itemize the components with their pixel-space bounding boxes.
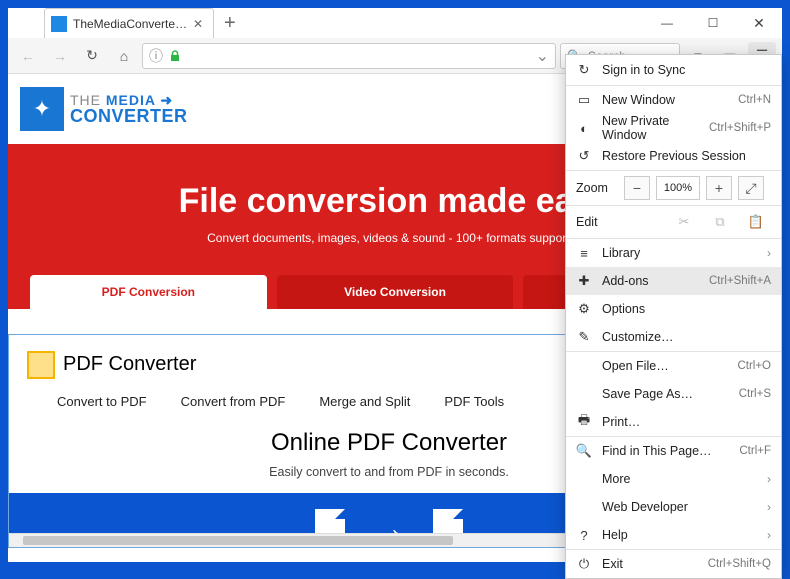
menu-edit-row: Edit ✂ ⧉ 📋 <box>566 206 781 238</box>
paste-icon[interactable]: 📋 <box>741 210 771 234</box>
scrollbar-thumb[interactable] <box>23 536 453 545</box>
paint-icon: ✎ <box>576 329 592 345</box>
zoom-out-button[interactable]: − <box>624 176 650 200</box>
zoom-percent[interactable]: 100% <box>656 176 700 200</box>
tab-title: TheMediaConverter - Media fil <box>73 17 189 31</box>
nav-pdf-tools[interactable]: PDF Tools <box>444 394 504 409</box>
menu-new-private-window[interactable]: ◐ New Private Window Ctrl+Shift+P <box>566 114 781 142</box>
menu-exit[interactable]: ⏻ Exit Ctrl+Shift+Q <box>566 550 781 578</box>
forward-button[interactable]: → <box>46 42 74 70</box>
tab-close-button[interactable]: ✕ <box>189 17 207 31</box>
menu-sign-in-sync[interactable]: ↻ Sign in to Sync <box>566 55 781 85</box>
reload-button[interactable]: ↻ <box>78 42 106 70</box>
sync-icon: ↻ <box>576 62 592 78</box>
lock-icon <box>169 50 181 62</box>
menu-new-window[interactable]: ▭ New Window Ctrl+N <box>566 86 781 114</box>
titlebar: TheMediaConverter - Media fil ✕ + — ☐ ✕ <box>8 8 782 38</box>
help-icon: ? <box>576 527 592 543</box>
fullscreen-button[interactable]: ⤢ <box>738 176 764 200</box>
zoom-label: Zoom <box>576 181 618 195</box>
nav-merge-split[interactable]: Merge and Split <box>319 394 410 409</box>
search-icon: 🔍 <box>576 443 592 459</box>
menu-find[interactable]: 🔍 Find in This Page… Ctrl+F <box>566 437 781 465</box>
menu-library[interactable]: ≡ Library › <box>566 239 781 267</box>
library-icon: ≡ <box>576 245 592 261</box>
mask-icon: ◐ <box>576 120 592 136</box>
menu-more[interactable]: More › <box>566 465 781 493</box>
menu-save-page[interactable]: Save Page As… Ctrl+S <box>566 380 781 408</box>
chevron-right-icon: › <box>767 246 771 260</box>
browser-tab[interactable]: TheMediaConverter - Media fil ✕ <box>44 8 214 38</box>
window-controls: — ☐ ✕ <box>644 8 782 38</box>
menu-addons[interactable]: ✚ Add-ons Ctrl+Shift+A <box>566 267 781 295</box>
menu-print[interactable]: 🖶 Print… <box>566 408 781 436</box>
menu-customize[interactable]: ✎ Customize… <box>566 323 781 351</box>
close-button[interactable]: ✕ <box>736 8 782 38</box>
chevron-right-icon: › <box>767 500 771 514</box>
window-icon: ▭ <box>576 92 592 108</box>
menu-web-developer[interactable]: Web Developer › <box>566 493 781 521</box>
gear-icon: ⚙ <box>576 301 592 317</box>
cut-icon[interactable]: ✂ <box>669 210 699 234</box>
info-icon[interactable]: ⓘ <box>149 49 163 63</box>
nav-convert-from-pdf[interactable]: Convert from PDF <box>181 394 286 409</box>
menu-help[interactable]: ? Help › <box>566 521 781 549</box>
back-button[interactable]: ← <box>14 42 42 70</box>
site-logo[interactable]: ✦ THE MEDIA ➜ CONVERTER <box>20 87 188 131</box>
logo-icon: ✦ <box>20 87 64 131</box>
menu-open-file[interactable]: Open File… Ctrl+O <box>566 352 781 380</box>
tab-pdf-conversion[interactable]: PDF Conversion <box>30 275 267 309</box>
home-button[interactable]: ⌂ <box>110 42 138 70</box>
tab-video-conversion[interactable]: Video Conversion <box>277 275 514 309</box>
chevron-right-icon: › <box>767 472 771 486</box>
menu-restore-session[interactable]: ↺ Restore Previous Session <box>566 142 781 170</box>
pocket-icon[interactable]: ⌄ <box>536 46 549 66</box>
nav-convert-to-pdf[interactable]: Convert to PDF <box>57 394 147 409</box>
logo-text: THE MEDIA ➜ CONVERTER <box>70 93 188 125</box>
app-menu: ↻ Sign in to Sync ▭ New Window Ctrl+N ◐ … <box>565 54 782 579</box>
zoom-in-button[interactable]: + <box>706 176 732 200</box>
pdf-brand: PDF Converter <box>63 353 619 376</box>
addons-icon: ✚ <box>576 273 592 289</box>
edit-label: Edit <box>576 215 618 229</box>
copy-icon[interactable]: ⧉ <box>705 210 735 234</box>
menu-options[interactable]: ⚙ Options <box>566 295 781 323</box>
new-tab-button[interactable]: + <box>224 12 236 35</box>
maximize-button[interactable]: ☐ <box>690 8 736 38</box>
url-bar[interactable]: ⓘ ⌄ <box>142 43 556 69</box>
minimize-button[interactable]: — <box>644 8 690 38</box>
pdf-logo-icon <box>27 351 55 379</box>
favicon <box>51 16 67 32</box>
chevron-right-icon: › <box>767 528 771 542</box>
print-icon: 🖶 <box>576 414 592 430</box>
restore-icon: ↺ <box>576 148 592 164</box>
menu-zoom-row: Zoom − 100% + ⤢ <box>566 171 781 205</box>
